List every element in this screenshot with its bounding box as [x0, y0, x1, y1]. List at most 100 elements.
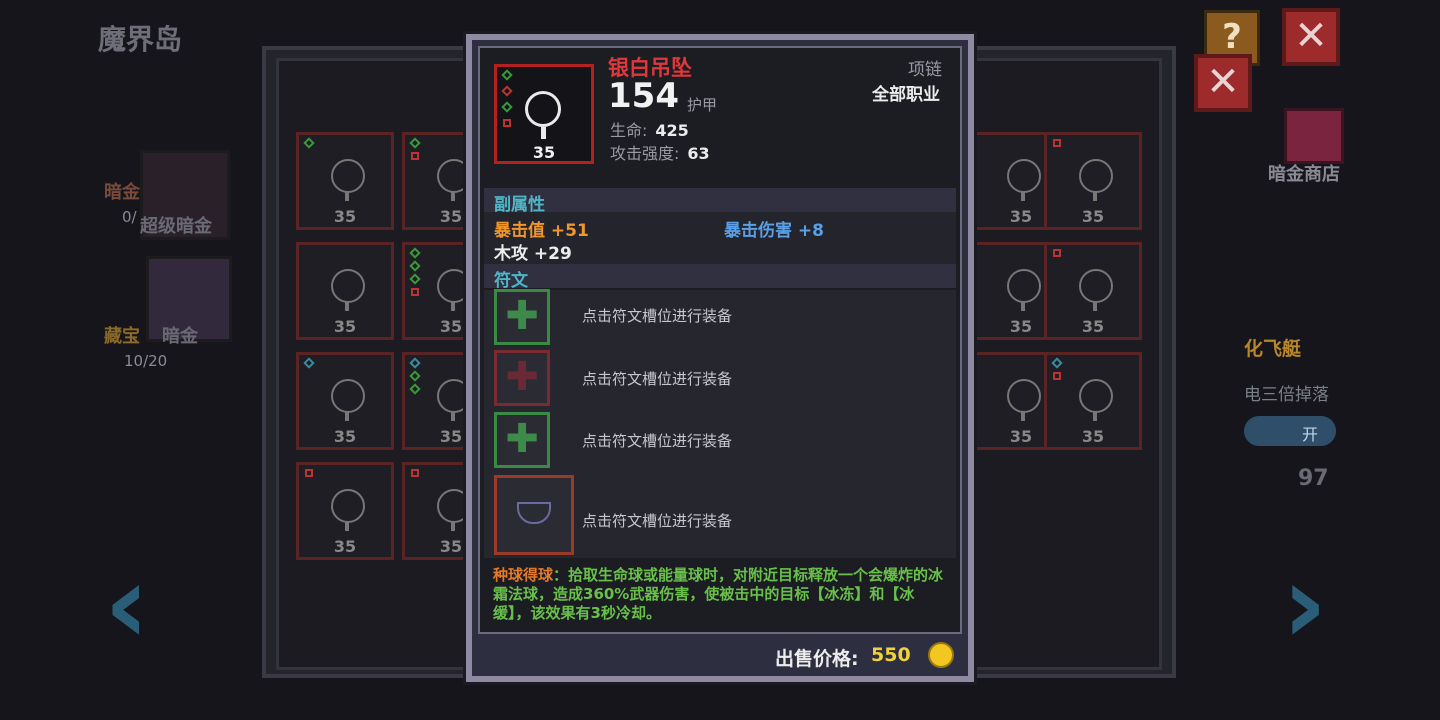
rune-slot-3[interactable]: ✚: [494, 412, 550, 468]
sub-attr-crit-label: 暴击值: [494, 221, 545, 241]
gem-icon: [409, 273, 421, 285]
feature-desc: 电三倍掉落: [1244, 385, 1329, 405]
slot-level: 35: [1081, 207, 1105, 226]
pendant-stem: [1021, 411, 1025, 421]
slot-level: 35: [1081, 427, 1105, 446]
pendant-stem: [1093, 191, 1097, 201]
sub-attr-header: 副属性: [484, 188, 956, 215]
pendant-stem: [451, 191, 455, 201]
pendant-stem: [345, 191, 349, 201]
gem-icon: [409, 383, 421, 395]
rune-slot-1-text[interactable]: 点击符文槽位进行装备: [582, 305, 732, 326]
pendant-stem: [1093, 301, 1097, 311]
item-main-value-label: 护甲: [687, 96, 718, 114]
next-page-arrow-icon[interactable]: ›: [1282, 540, 1327, 668]
rune-title: 符文: [494, 271, 528, 291]
effect-name: 种球得球: [493, 566, 554, 584]
stat-hp-value: 425: [655, 121, 689, 140]
gem-icon: [409, 370, 421, 382]
pendant-icon: [1007, 159, 1041, 193]
gem-icon: [409, 137, 421, 149]
gem-icon: [1053, 249, 1061, 257]
counter-value: 97: [1298, 466, 1329, 491]
slot-level: 35: [333, 317, 357, 336]
left-menu-label-2: 藏宝: [104, 326, 140, 347]
gem-icon: [411, 288, 419, 296]
inventory-slot[interactable]: 35: [296, 352, 394, 450]
pendant-stem: [1021, 301, 1025, 311]
pendant-icon: [1007, 379, 1041, 413]
rune-slot-1[interactable]: ✚: [494, 289, 550, 345]
sub-attr-wood-attack-label: 木攻: [494, 244, 528, 264]
prev-page-arrow-icon[interactable]: ‹: [104, 540, 149, 668]
sell-price-value: 550: [871, 644, 911, 666]
item-class-requirement: 全部职业: [872, 85, 940, 105]
sub-attr-crit-damage-label: 暴击伤害: [724, 221, 792, 241]
pendant-icon: [1079, 269, 1113, 303]
left-menu-label-1: 暗金: [104, 182, 140, 203]
stat-hp-label: 生命:: [610, 121, 648, 140]
pendant-stem: [345, 521, 349, 531]
gem-red-square-icon: [503, 119, 511, 127]
plus-icon: ✚: [505, 354, 539, 400]
left-menu-count-1: 0/: [122, 208, 137, 226]
slot-level: 35: [333, 427, 357, 446]
rune-slot-2[interactable]: ✚: [494, 350, 550, 406]
gem-icon: [409, 247, 421, 259]
pendant-stem: [345, 411, 349, 421]
gem-icon: [411, 469, 419, 477]
gem-icon: [1053, 139, 1061, 147]
slot-level: 35: [1081, 317, 1105, 336]
inventory-slot[interactable]: 35: [296, 132, 394, 230]
cup-rune-icon: [517, 502, 551, 524]
sub-attr-crit: 暴击值 +51: [494, 216, 589, 241]
stat-attack-label: 攻击强度:: [610, 144, 680, 163]
left-menu-sublabel-2: 暗金: [162, 326, 198, 347]
pendant-stem: [451, 521, 455, 531]
sub-attr-crit-value: +51: [550, 221, 589, 241]
gem-icon: [305, 469, 313, 477]
gem-icon: [409, 357, 421, 369]
gem-green-icon: [501, 101, 513, 113]
feature-toggle[interactable]: 开: [1244, 416, 1336, 446]
stat-attack: 攻击强度: 63: [610, 140, 710, 164]
map-title: 魔界岛: [98, 23, 183, 56]
gem-icon: [409, 260, 421, 272]
pendant-stem: [451, 411, 455, 421]
rune-slot-2-text[interactable]: 点击符文槽位进行装备: [582, 368, 732, 389]
sell-price-label: 出售价格:: [775, 648, 859, 670]
pendant-icon: [1007, 269, 1041, 303]
item-effect-description: 种球得球：拾取生命球或能量球时，对附近目标释放一个会爆炸的冰霜法球，造成360%…: [493, 566, 945, 623]
inventory-slot[interactable]: 35: [1044, 352, 1142, 450]
effect-text: ：拾取生命球或能量球时，对附近目标释放一个会爆炸的冰霜法球，造成360%武器伤害…: [493, 566, 944, 622]
rune-slot-special[interactable]: [494, 475, 574, 555]
item-type: 项链: [908, 60, 942, 80]
gem-icon: [1051, 357, 1063, 369]
pendant-stem: [1021, 191, 1025, 201]
rune-slot-special-text[interactable]: 点击符文槽位进行装备: [582, 510, 732, 531]
close-button-back[interactable]: ✕: [1282, 8, 1340, 66]
plus-icon: ✚: [505, 416, 539, 462]
slot-level: 35: [333, 207, 357, 226]
pendant-icon: [331, 379, 365, 413]
sub-attr-crit-damage: 暴击伤害 +8: [724, 216, 824, 241]
gem-green-icon: [501, 69, 513, 81]
sub-attr-wood-attack-value: +29: [533, 244, 572, 264]
treasure-chest-icon[interactable]: [1284, 108, 1344, 164]
dark-gold-shop-label[interactable]: 暗金商店: [1268, 160, 1340, 186]
sub-attr-wood-attack: 木攻 +29: [494, 239, 572, 264]
left-menu-sublabel-1: 超级暗金: [140, 216, 212, 237]
inventory-slot[interactable]: 35: [296, 242, 394, 340]
close-button[interactable]: ✕: [1194, 54, 1252, 112]
gem-icon: [411, 152, 419, 160]
gem-icon: [1053, 372, 1061, 380]
pendant-stem: [541, 127, 546, 139]
pendant-icon: [525, 91, 561, 127]
inventory-slot[interactable]: 35: [296, 462, 394, 560]
inventory-slot[interactable]: 35: [1044, 242, 1142, 340]
stat-attack-value: 63: [687, 144, 710, 163]
inventory-slot[interactable]: 35: [1044, 132, 1142, 230]
rune-slot-3-text[interactable]: 点击符文槽位进行装备: [582, 430, 732, 451]
pendant-icon: [1079, 379, 1113, 413]
stat-hp: 生命: 425: [610, 117, 689, 141]
